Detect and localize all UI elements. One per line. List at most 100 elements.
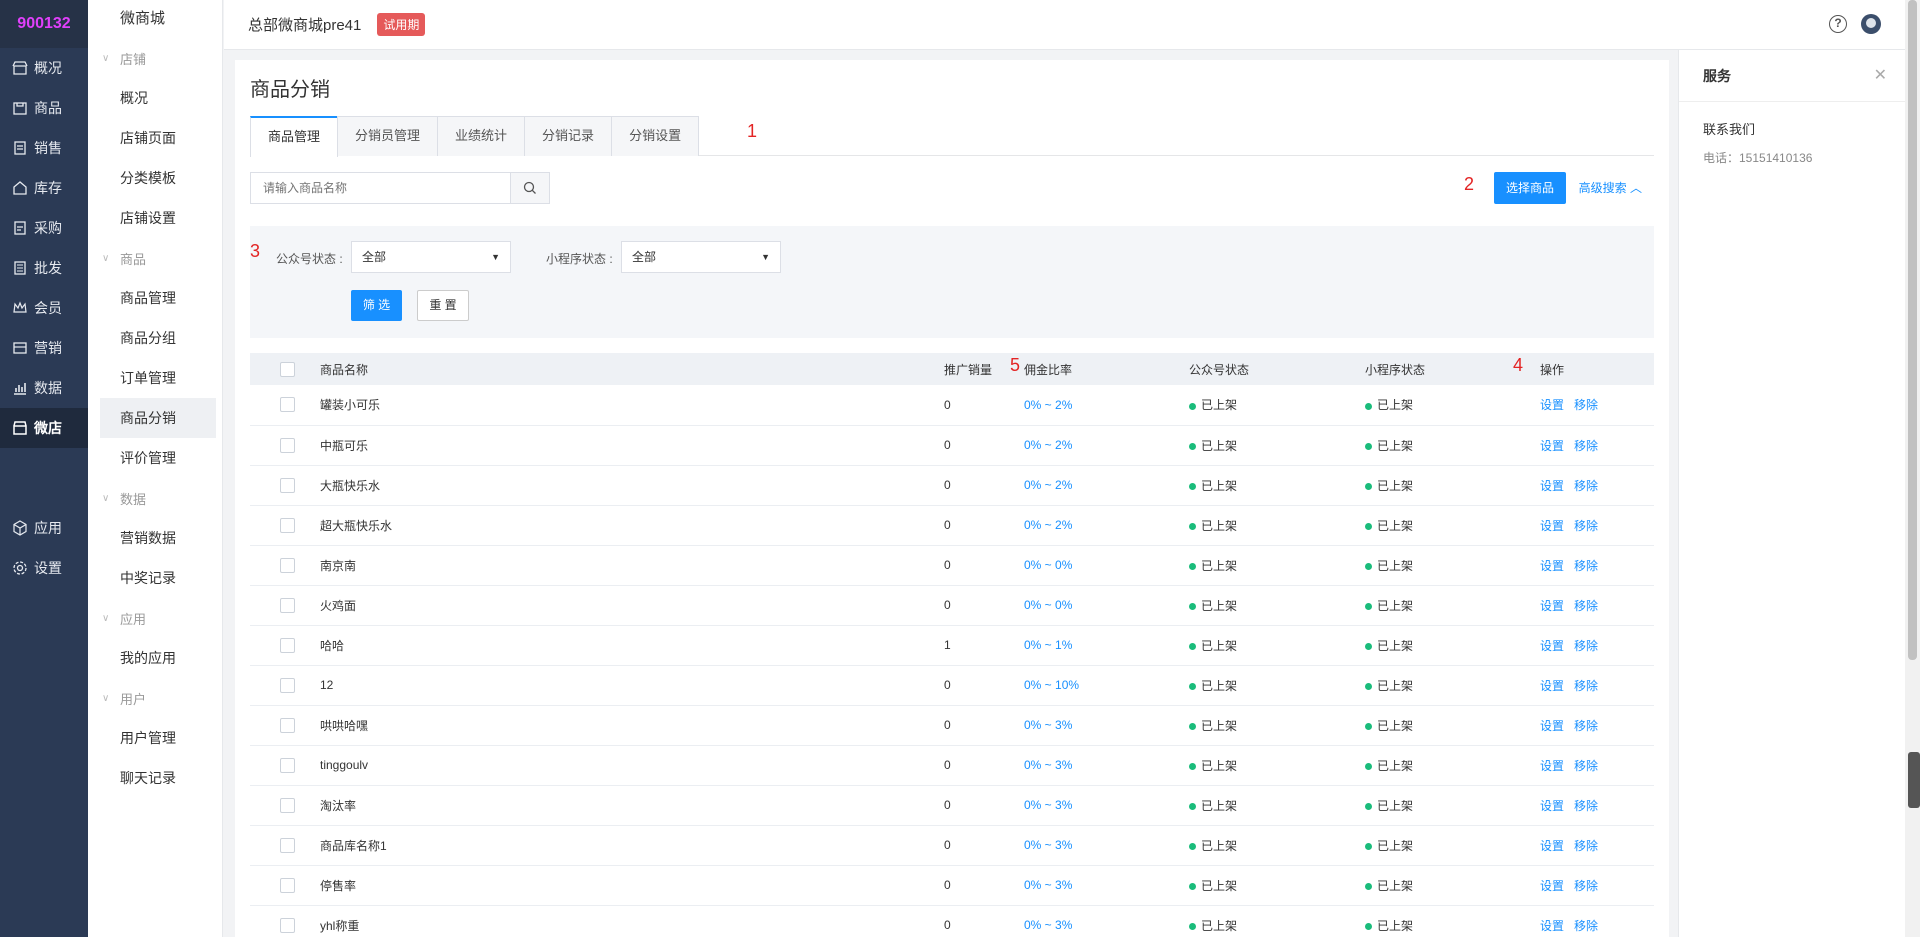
secondary-nav-item[interactable]: 营销数据 bbox=[100, 518, 216, 558]
annotation-3: 3 bbox=[250, 241, 261, 261]
service-title: 服务 bbox=[1703, 68, 1731, 84]
remove-link[interactable]: 移除 bbox=[1574, 839, 1598, 853]
tab-item[interactable]: 分销设置 bbox=[611, 116, 700, 156]
remove-link[interactable]: 移除 bbox=[1574, 559, 1598, 573]
tab-item[interactable]: 商品管理 bbox=[250, 116, 339, 157]
mini-status-select[interactable]: 全部 ▼ bbox=[621, 241, 781, 273]
remove-link[interactable]: 移除 bbox=[1574, 519, 1598, 533]
row-checkbox[interactable] bbox=[280, 717, 295, 733]
primary-nav-item[interactable]: 设置 bbox=[0, 548, 88, 588]
secondary-nav-item[interactable]: 分类模板 bbox=[100, 158, 216, 198]
remove-link[interactable]: 移除 bbox=[1574, 879, 1598, 893]
primary-nav-item[interactable]: 概况 bbox=[0, 48, 88, 88]
remove-link[interactable]: 移除 bbox=[1574, 759, 1598, 773]
advanced-search-link[interactable]: 高级搜索 ︿ bbox=[1579, 172, 1642, 204]
filter-button[interactable]: 筛 选 bbox=[351, 290, 402, 321]
set-link[interactable]: 设置 bbox=[1540, 559, 1564, 573]
set-link[interactable]: 设置 bbox=[1540, 839, 1564, 853]
row-checkbox[interactable] bbox=[280, 837, 295, 853]
secondary-nav-item[interactable]: 我的应用 bbox=[100, 638, 216, 678]
tab-item[interactable]: 分销记录 bbox=[524, 116, 613, 156]
primary-nav-item[interactable]: 库存 bbox=[0, 168, 88, 208]
help-icon[interactable]: ? bbox=[1829, 15, 1847, 33]
primary-nav-item[interactable]: 微店 bbox=[0, 408, 88, 448]
primary-nav-item[interactable]: 营销 bbox=[0, 328, 88, 368]
primary-nav-item[interactable]: 商品 bbox=[0, 88, 88, 128]
primary-nav-item[interactable]: 会员 bbox=[0, 288, 88, 328]
remove-link[interactable]: 移除 bbox=[1574, 599, 1598, 613]
secondary-nav-item[interactable]: 店铺设置 bbox=[100, 198, 216, 238]
remove-link[interactable]: 移除 bbox=[1574, 919, 1598, 933]
page-scrollbar[interactable] bbox=[1905, 0, 1920, 937]
remove-link[interactable]: 移除 bbox=[1574, 799, 1598, 813]
nav-group-header[interactable]: ∨ 用户 bbox=[88, 678, 222, 718]
row-checkbox[interactable] bbox=[280, 877, 295, 893]
row-checkbox[interactable] bbox=[280, 397, 295, 413]
set-link[interactable]: 设置 bbox=[1540, 519, 1564, 533]
row-checkbox[interactable] bbox=[280, 557, 295, 573]
set-link[interactable]: 设置 bbox=[1540, 639, 1564, 653]
set-link[interactable]: 设置 bbox=[1540, 799, 1564, 813]
remove-link[interactable]: 移除 bbox=[1574, 679, 1598, 693]
nav-group-header[interactable]: ∨ 商品 bbox=[88, 238, 222, 278]
set-link[interactable]: 设置 bbox=[1540, 919, 1564, 933]
row-checkbox[interactable] bbox=[280, 597, 295, 613]
row-checkbox[interactable] bbox=[280, 517, 295, 533]
row-checkbox[interactable] bbox=[280, 677, 295, 693]
set-link[interactable]: 设置 bbox=[1540, 398, 1564, 412]
official-status-select[interactable]: 全部 ▼ bbox=[351, 241, 511, 273]
annotation-4: 4 bbox=[1513, 355, 1524, 375]
set-link[interactable]: 设置 bbox=[1540, 719, 1564, 733]
secondary-nav-item[interactable]: 用户管理 bbox=[100, 718, 216, 758]
select-all-checkbox[interactable] bbox=[280, 361, 295, 377]
scrollbar-thumb[interactable] bbox=[1908, 0, 1917, 660]
close-icon[interactable]: ✕ bbox=[1874, 50, 1887, 102]
remove-link[interactable]: 移除 bbox=[1574, 398, 1598, 412]
primary-nav-item[interactable]: 应用 bbox=[0, 508, 88, 548]
secondary-nav-item[interactable]: 店铺页面 bbox=[100, 118, 216, 158]
row-checkbox[interactable] bbox=[280, 917, 295, 933]
set-link[interactable]: 设置 bbox=[1540, 879, 1564, 893]
mini-status: 已上架 bbox=[1365, 585, 1540, 625]
set-link[interactable]: 设置 bbox=[1540, 599, 1564, 613]
secondary-nav-item[interactable]: 中奖记录 bbox=[100, 558, 216, 598]
primary-nav-item[interactable]: 采购 bbox=[0, 208, 88, 248]
set-link[interactable]: 设置 bbox=[1540, 439, 1564, 453]
row-checkbox[interactable] bbox=[280, 637, 295, 653]
secondary-nav-item[interactable]: 评价管理 bbox=[100, 438, 216, 478]
primary-nav-item[interactable]: 销售 bbox=[0, 128, 88, 168]
select-goods-button[interactable]: 选择商品 bbox=[1493, 172, 1566, 204]
primary-nav-item[interactable]: 数据 bbox=[0, 368, 88, 408]
search-button[interactable] bbox=[510, 172, 550, 204]
row-checkbox[interactable] bbox=[280, 757, 295, 773]
nav-group-header[interactable]: ∨ 店铺 bbox=[88, 38, 222, 78]
secondary-nav-item[interactable]: 商品分组 bbox=[100, 318, 216, 358]
secondary-nav-item[interactable]: 订单管理 bbox=[100, 358, 216, 398]
row-checkbox[interactable] bbox=[280, 437, 295, 453]
row-checkbox[interactable] bbox=[280, 797, 295, 813]
secondary-nav-item[interactable]: 概况 bbox=[100, 78, 216, 118]
reset-button[interactable]: 重 置 bbox=[417, 290, 469, 321]
remove-link[interactable]: 移除 bbox=[1574, 719, 1598, 733]
search-input[interactable] bbox=[250, 172, 510, 204]
status-text: 已上架 bbox=[1201, 558, 1238, 573]
floating-widget[interactable] bbox=[1908, 752, 1920, 808]
nav-group-header[interactable]: ∨ 应用 bbox=[88, 598, 222, 638]
tab-item[interactable]: 分销员管理 bbox=[337, 116, 439, 156]
promo-sales: 1 bbox=[944, 638, 951, 652]
nav-group-header[interactable]: ∨ 数据 bbox=[88, 478, 222, 518]
secondary-nav-item[interactable]: 聊天记录 bbox=[100, 758, 216, 798]
primary-nav-item[interactable]: 批发 bbox=[0, 248, 88, 288]
remove-link[interactable]: 移除 bbox=[1574, 479, 1598, 493]
remove-link[interactable]: 移除 bbox=[1574, 639, 1598, 653]
tab-item[interactable]: 业绩统计 bbox=[437, 116, 526, 156]
secondary-nav-item[interactable]: 商品管理 bbox=[100, 278, 216, 318]
secondary-sidebar-title[interactable]: 微商城 bbox=[88, 0, 222, 38]
secondary-nav-item[interactable]: 商品分销 bbox=[100, 398, 216, 438]
set-link[interactable]: 设置 bbox=[1540, 679, 1564, 693]
row-checkbox[interactable] bbox=[280, 477, 295, 493]
avatar[interactable] bbox=[1861, 14, 1881, 34]
set-link[interactable]: 设置 bbox=[1540, 759, 1564, 773]
set-link[interactable]: 设置 bbox=[1540, 479, 1564, 493]
remove-link[interactable]: 移除 bbox=[1574, 439, 1598, 453]
